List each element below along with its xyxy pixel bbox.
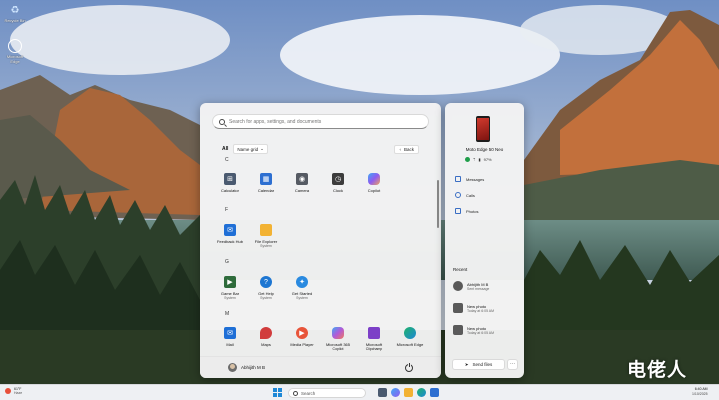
get-started-icon: ✦ <box>296 276 308 288</box>
bluetooth-icon: ᛘ <box>473 157 476 162</box>
feedback-hub-icon: ✉ <box>224 224 236 236</box>
photos-icon <box>455 208 461 214</box>
send-icon: ➤ <box>464 361 469 367</box>
desktop-icon-label: Microsoft Edge <box>6 54 24 64</box>
phone-calls-item[interactable]: Calls <box>455 192 475 198</box>
user-name[interactable]: Abhijith M B <box>241 365 265 370</box>
calculator-icon: ⊞ <box>224 173 236 185</box>
photo-thumbnail <box>453 325 463 335</box>
messages-icon <box>455 176 461 182</box>
back-arrow-icon: ‹ <box>399 146 401 152</box>
taskbar-search[interactable]: Search <box>288 388 366 398</box>
section-letter-g[interactable]: G <box>225 259 229 265</box>
photo-thumbnail <box>453 303 463 313</box>
all-apps-title: All <box>222 146 229 152</box>
recent-item[interactable]: Abhijith M B Sent message <box>453 281 489 291</box>
desktop-icon-recycle-bin[interactable]: ♻ Recycle Bin <box>2 3 28 24</box>
game-bar-icon: ▶ <box>224 276 236 288</box>
chevron-down-icon: ⌄ <box>260 146 264 151</box>
windows-logo-icon <box>273 388 277 392</box>
app-copilot[interactable]: Copilot <box>356 173 392 193</box>
start-menu: All Name grid ⌄ ‹ Back C ⊞ Calculator ▦ … <box>200 103 441 378</box>
taskbar: 61°F Haze Search 6:40 AM 1/10/2025 <box>0 384 719 400</box>
connected-icon <box>465 157 470 162</box>
battery-percent: 97% <box>483 157 492 162</box>
calls-icon <box>455 192 461 198</box>
edge-icon <box>404 327 416 339</box>
section-letter-c[interactable]: C <box>225 157 229 163</box>
app-clock[interactable]: ◷ Clock <box>320 173 356 193</box>
back-button[interactable]: ‹ Back <box>394 144 419 154</box>
calendar-icon: ▦ <box>260 173 272 185</box>
app-get-help[interactable]: ? Get Help System <box>248 276 284 300</box>
recent-item[interactable]: New photo Today at 6:05 AM <box>453 303 494 313</box>
view-mode-label: Name grid <box>237 146 259 152</box>
task-view-icon[interactable] <box>378 388 387 397</box>
app-feedback-hub[interactable]: ✉ Feedback Hub <box>212 224 248 244</box>
store-icon[interactable] <box>430 388 439 397</box>
app-microsoft-clipchamp[interactable]: Microsoft Clipchamp <box>356 327 392 351</box>
section-letter-m[interactable]: M <box>225 311 229 317</box>
copilot-icon[interactable] <box>391 388 400 397</box>
weather-widget[interactable]: 61°F Haze <box>5 387 22 395</box>
get-help-icon: ? <box>260 276 272 288</box>
media-player-icon: ▶ <box>296 327 308 339</box>
edge-icon[interactable] <box>417 388 426 397</box>
clock[interactable]: 6:40 AM 1/10/2025 <box>692 387 708 397</box>
app-list-scrollbar[interactable] <box>437 180 439 228</box>
view-mode-dropdown[interactable]: Name grid ⌄ <box>233 144 268 154</box>
all-apps-header: All Name grid ⌄ ‹ Back <box>222 144 419 154</box>
clock-date: 1/10/2025 <box>692 392 708 396</box>
clipchamp-icon <box>368 327 380 339</box>
user-avatar[interactable] <box>228 363 237 372</box>
phone-link-panel: Moto Edge 50 Neo ᛘ ▮ 97% Messages Calls … <box>445 103 524 378</box>
app-calendar[interactable]: ▦ Calendar <box>248 173 284 193</box>
desktop-icon-edge[interactable]: Microsoft Edge <box>2 39 28 64</box>
search-icon <box>293 390 298 396</box>
app-maps[interactable]: Maps <box>248 327 284 347</box>
battery-icon: ▮ <box>478 157 481 162</box>
power-icon[interactable] <box>405 362 413 372</box>
clock-icon: ◷ <box>332 173 344 185</box>
app-microsoft-edge[interactable]: Microsoft Edge <box>392 327 428 347</box>
send-files-button[interactable]: ➤ Send files <box>452 359 505 370</box>
weather-icon <box>5 388 11 394</box>
phone-device-name: Moto Edge 50 Neo <box>465 147 504 152</box>
section-letter-f[interactable]: F <box>225 207 228 213</box>
app-file-explorer[interactable]: File Explorer System <box>248 224 284 248</box>
recycle-bin-icon: ♻ <box>10 4 20 16</box>
recent-heading: Recent <box>453 267 468 272</box>
edge-icon <box>8 39 22 53</box>
maps-icon <box>260 327 272 339</box>
start-button[interactable] <box>273 388 282 397</box>
watermark-logo: 电佬人 <box>627 359 688 381</box>
app-media-player[interactable]: ▶ Media Player <box>284 327 320 347</box>
app-calculator[interactable]: ⊞ Calculator <box>212 173 248 193</box>
phone-image <box>476 116 490 142</box>
start-search-box[interactable] <box>212 114 429 129</box>
contact-avatar <box>453 281 463 291</box>
phone-photos-item[interactable]: Photos <box>455 208 478 214</box>
search-icon <box>219 118 225 125</box>
m365-icon <box>332 327 344 339</box>
start-search-input[interactable] <box>229 118 419 125</box>
recent-item[interactable]: New photo Today at 6:05 AM <box>453 325 494 335</box>
app-microsoft-365-copilot[interactable]: Microsoft 365 Copilot <box>320 327 356 351</box>
app-get-started[interactable]: ✦ Get Started System <box>284 276 320 300</box>
app-mail[interactable]: ✉ Mail <box>212 327 248 347</box>
camera-icon: ◉ <box>296 173 308 185</box>
file-explorer-icon[interactable] <box>404 388 413 397</box>
mail-icon: ✉ <box>224 327 236 339</box>
folder-icon <box>260 224 272 236</box>
weather-condition: Haze <box>14 391 23 395</box>
more-options-button[interactable]: ··· <box>507 359 518 370</box>
app-game-bar[interactable]: ▶ Game Bar System <box>212 276 248 300</box>
copilot-icon <box>368 173 380 185</box>
desktop-icon-label: Recycle Bin <box>4 18 26 23</box>
start-menu-footer: Abhijith M B <box>200 356 441 378</box>
phone-status-row: ᛘ ▮ 97% <box>465 157 492 162</box>
phone-messages-item[interactable]: Messages <box>455 176 484 182</box>
app-camera[interactable]: ◉ Camera <box>284 173 320 193</box>
